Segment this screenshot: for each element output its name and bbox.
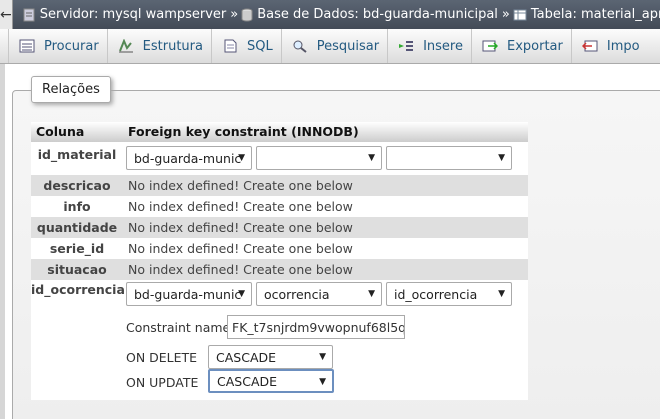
no-index-message: No index defined! Create one below <box>128 241 353 256</box>
select-value: CASCADE <box>216 349 277 365</box>
import-icon <box>581 40 598 52</box>
header-constraint: Foreign key constraint (INNODB) <box>128 124 359 139</box>
export-icon <box>482 40 498 52</box>
column-name: serie_id <box>49 241 105 256</box>
fk-database-select[interactable]: bd-guarda-munic ▼ <box>126 282 252 306</box>
dropdown-arrow-icon: ▼ <box>319 352 326 362</box>
tab-browse[interactable]: Procurar <box>9 29 108 63</box>
tab-sql[interactable]: SQL <box>212 29 282 63</box>
sql-icon <box>224 39 237 53</box>
menu-spacer <box>0 29 9 63</box>
fk-column-select[interactable]: ▼ <box>386 146 512 170</box>
table-row: serie_id No index defined! Create one be… <box>31 238 528 259</box>
structure-icon <box>118 39 133 53</box>
dropdown-arrow-icon: ▼ <box>319 377 326 387</box>
table-row: situacao No index defined! Create one be… <box>31 259 528 280</box>
table-row: id_ocorrencia bd-guarda-munic ▼ ocorrenci… <box>31 280 528 400</box>
constraint-name-input[interactable]: FK_t7snjrdm9vwopnuf68l5qe <box>227 315 405 339</box>
fk-table-select[interactable]: ▼ <box>256 146 382 170</box>
breadcrumb-table[interactable]: Tabela: material_apreendido <box>513 7 660 22</box>
dropdown-arrow-icon: ▼ <box>368 153 375 163</box>
tab-label: Procurar <box>44 38 99 54</box>
column-name: id_ocorrencia <box>31 282 125 297</box>
main-menu: Procurar Estrutura SQL Pesquisar Insere … <box>0 29 660 64</box>
breadcrumb-database[interactable]: Base de Dados: bd-guarda-municipal <box>241 7 498 22</box>
dropdown-arrow-icon: ▼ <box>498 153 505 163</box>
column-name: info <box>63 199 91 214</box>
column-name: descricao <box>43 178 111 193</box>
dropdown-arrow-icon: ▼ <box>238 153 245 163</box>
header-column: Coluna <box>36 124 85 139</box>
select-value: id_ocorrencia <box>394 286 478 302</box>
dropdown-arrow-icon: ▼ <box>368 289 375 299</box>
browse-icon <box>19 39 35 53</box>
tab-structure[interactable]: Estrutura <box>108 29 212 63</box>
on-delete-label: ON DELETE <box>126 350 198 365</box>
select-value: ocorrencia <box>264 286 330 302</box>
column-name: situacao <box>47 262 107 277</box>
constraint-name-label: Constraint name <box>126 320 231 335</box>
breadcrumb: ← Servidor: mysql wampserver » Base de D… <box>0 0 660 29</box>
tab-insert[interactable]: Insere <box>388 29 472 63</box>
dropdown-arrow-icon: ▼ <box>238 289 245 299</box>
relations-legend: Relações <box>31 76 111 103</box>
tab-label: Impo <box>606 38 640 54</box>
on-delete-select[interactable]: CASCADE ▼ <box>208 345 333 369</box>
breadcrumb-label: Tabela: material_apreendido <box>530 7 660 22</box>
select-value: bd-guarda-munic <box>134 150 242 166</box>
relations-table: Coluna Foreign key constraint (INNODB) i… <box>31 122 528 400</box>
table-row: descricao No index defined! Create one b… <box>31 175 528 196</box>
table-icon <box>513 9 527 20</box>
tab-label: Estrutura <box>142 38 203 54</box>
fk-table-select[interactable]: ocorrencia ▼ <box>256 282 382 306</box>
breadcrumb-label: Servidor: mysql wampserver <box>39 7 227 22</box>
tab-export[interactable]: Exportar <box>472 29 572 63</box>
tab-label: SQL <box>247 38 273 54</box>
no-index-message: No index defined! Create one below <box>128 262 353 277</box>
fk-database-select[interactable]: bd-guarda-munic ▼ <box>126 146 252 170</box>
breadcrumb-separator: » <box>501 7 510 22</box>
search-icon <box>293 40 307 53</box>
fk-column-select[interactable]: id_ocorrencia ▼ <box>386 282 512 306</box>
on-update-label: ON UPDATE <box>126 375 199 390</box>
database-icon <box>241 8 253 21</box>
breadcrumb-label: Base de Dados: bd-guarda-municipal <box>257 7 498 22</box>
breadcrumb-separator: » <box>230 7 239 22</box>
insert-icon <box>399 41 414 51</box>
tab-label: Exportar <box>506 38 563 54</box>
tab-search[interactable]: Pesquisar <box>282 29 389 63</box>
column-name: id_material <box>37 147 117 162</box>
table-row: info No index defined! Create one below <box>31 196 528 217</box>
breadcrumb-server[interactable]: Servidor: mysql wampserver <box>22 7 227 22</box>
no-index-message: No index defined! Create one below <box>128 199 353 214</box>
server-icon <box>23 8 35 21</box>
select-value: CASCADE <box>217 373 278 389</box>
no-index-message: No index defined! Create one below <box>128 220 353 235</box>
select-value: bd-guarda-munic <box>134 286 242 302</box>
column-name: quantidade <box>36 220 118 235</box>
on-update-select[interactable]: CASCADE ▼ <box>208 369 334 393</box>
table-header: Coluna Foreign key constraint (INNODB) <box>31 122 528 142</box>
tab-import[interactable]: Impo <box>572 29 648 63</box>
tab-label: Insere <box>423 38 463 54</box>
no-index-message: No index defined! Create one below <box>128 178 353 193</box>
table-row: quantidade No index defined! Create one … <box>31 217 528 238</box>
back-arrow-icon[interactable]: ← <box>0 0 13 29</box>
dropdown-arrow-icon: ▼ <box>498 289 505 299</box>
tab-label: Pesquisar <box>316 38 380 54</box>
